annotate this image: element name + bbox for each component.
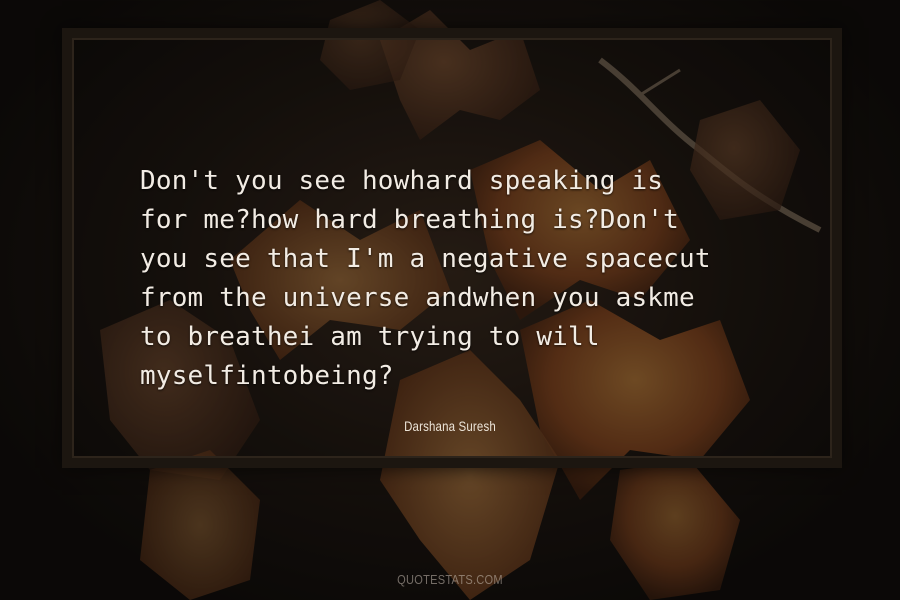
site-watermark: QUOTESTATS.COM	[397, 572, 503, 587]
quote-line: from the universe andwhen you askme	[140, 283, 695, 313]
quote-text: Don't you see howhard speaking is for me…	[140, 162, 800, 396]
quote-line: Don't you see howhard speaking is	[140, 166, 664, 196]
quote-image: Don't you see howhard speaking is for me…	[0, 0, 900, 600]
quote-line: you see that I'm a negative spacecut	[140, 244, 711, 274]
quote-line: to breathei am trying to will	[140, 322, 600, 352]
quote-line: for me?how hard breathing is?Don't	[140, 205, 680, 235]
quote-author: Darshana Suresh	[404, 418, 496, 434]
quote-line: myselfintobeing?	[140, 361, 394, 391]
